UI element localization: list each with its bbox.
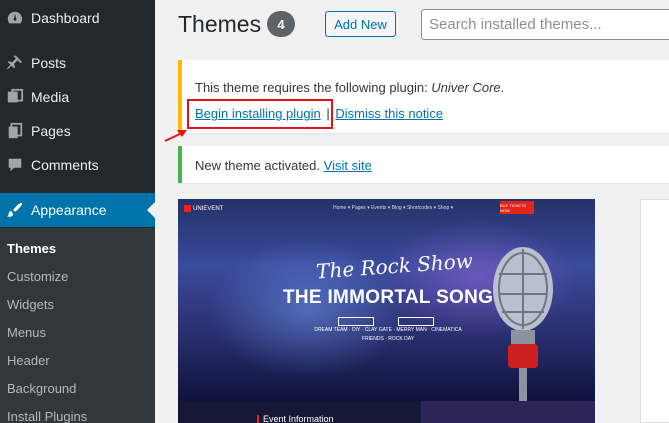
appearance-submenu: Themes Customize Widgets Menus Header Ba… <box>0 228 155 423</box>
notice-message: New theme activated. Visit site <box>195 158 372 173</box>
page-title: Themes <box>178 11 262 37</box>
plugin-name: Univer Core <box>431 80 501 95</box>
theme-location-pill <box>398 317 434 326</box>
sidebar-item-dashboard[interactable]: Dashboard <box>0 1 155 35</box>
submenu-item-customize[interactable]: Customize <box>7 269 68 284</box>
pin-icon <box>4 54 26 72</box>
sidebar-item-comments[interactable]: Comments <box>0 148 155 182</box>
sidebar-item-label: Pages <box>31 123 71 139</box>
submenu-item-themes[interactable]: Themes <box>7 241 56 256</box>
submenu-item-install-plugins[interactable]: Install Plugins <box>7 409 87 423</box>
theme-card[interactable] <box>640 199 669 423</box>
add-new-button[interactable]: Add New <box>325 11 396 37</box>
search-themes-input[interactable] <box>421 9 669 40</box>
submenu-item-widgets[interactable]: Widgets <box>7 297 54 312</box>
pages-icon <box>4 122 26 140</box>
highlight-annotation-box <box>187 99 333 129</box>
theme-activated-notice: New theme activated. Visit site <box>178 146 669 183</box>
theme-card-active[interactable]: UNIEVENT Home ▾ Pages ▾ Events ▾ Blog ▾ … <box>178 199 595 423</box>
theme-nav: Home ▾ Pages ▾ Events ▾ Blog ▾ Shortcode… <box>333 205 454 211</box>
sidebar-item-posts[interactable]: Posts <box>0 46 155 80</box>
notice-message: This theme requires the following plugin… <box>195 80 505 95</box>
submenu-item-menus[interactable]: Menus <box>7 325 46 340</box>
theme-footer: Event Information <box>178 401 595 423</box>
sidebar-item-label: Dashboard <box>31 10 100 26</box>
sidebar-item-media[interactable]: Media <box>0 80 155 114</box>
theme-event-label: Event Information <box>257 414 334 423</box>
admin-sidebar: Dashboard Posts Media Pages Comments App… <box>0 0 155 423</box>
paintbrush-icon <box>4 201 26 219</box>
sidebar-item-label: Comments <box>31 157 99 173</box>
red-arrow-icon <box>164 130 187 142</box>
sidebar-item-label: Appearance <box>31 202 107 218</box>
theme-meta: DREAM TEAM · DIY · CLAY GATE · MERRY MAN… <box>314 327 462 342</box>
logo-mark-icon <box>184 205 191 212</box>
microphone-icon <box>493 247 553 404</box>
visit-site-link[interactable]: Visit site <box>324 158 372 173</box>
dismiss-notice-link[interactable]: Dismiss this notice <box>335 106 443 121</box>
sidebar-item-label: Posts <box>31 55 67 71</box>
theme-logo: UNIEVENT <box>184 205 223 212</box>
media-icon <box>4 88 26 106</box>
comment-icon <box>4 156 26 174</box>
sidebar-item-pages[interactable]: Pages <box>0 114 155 148</box>
theme-count-badge: 4 <box>267 11 295 37</box>
theme-buy-tickets-button: BUY TICKETS NOW <box>500 201 534 214</box>
submenu-item-header[interactable]: Header <box>7 353 50 368</box>
sidebar-item-label: Media <box>31 89 70 105</box>
dashboard-icon <box>4 9 26 27</box>
submenu-item-background[interactable]: Background <box>7 381 76 396</box>
theme-main-title: THE IMMORTAL SONGS <box>283 287 507 308</box>
theme-date-pill <box>338 317 374 326</box>
sidebar-item-appearance[interactable]: Appearance <box>0 193 155 227</box>
